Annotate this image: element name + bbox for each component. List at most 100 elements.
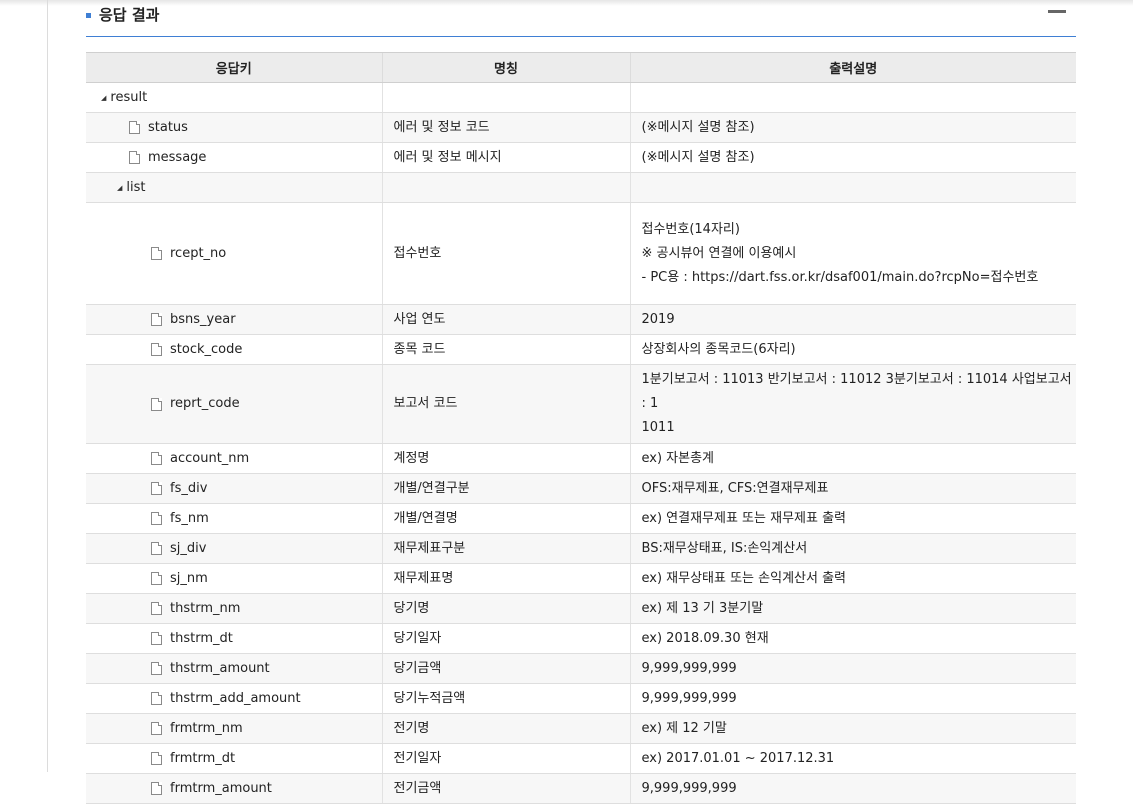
response-key: frmtrm_nm — [170, 720, 243, 736]
field-name: 당기일자 — [381, 623, 630, 654]
response-key: sj_div — [170, 540, 207, 556]
section-header: 응답 결과 — [86, 0, 1076, 37]
expand-triangle-icon[interactable]: ◢ — [117, 177, 122, 199]
response-key: fs_nm — [170, 510, 209, 526]
description-line: 1분기보고서 : 11013 반기보고서 : 11012 3분기보고서 : 11… — [641, 372, 1072, 411]
field-name: 전기명 — [381, 713, 630, 744]
field-name: 사업 연도 — [381, 304, 630, 335]
document-icon — [151, 542, 162, 555]
column-header-description: 출력설명 — [629, 52, 1076, 83]
field-description: ex) 제 12 기말 — [629, 713, 1076, 744]
response-key: frmtrm_amount — [170, 780, 272, 796]
response-key: thstrm_nm — [170, 600, 241, 616]
table-row: thstrm_dt 당기일자 ex) 2018.09.30 현재 — [86, 623, 1076, 654]
response-key: result — [110, 89, 148, 105]
field-description: ex) 제 13 기 3분기말 — [629, 593, 1076, 624]
document-icon — [151, 722, 162, 735]
table-row: frmtrm_dt 전기일자 ex) 2017.01.01 ~ 2017.12.… — [86, 743, 1076, 774]
table-header-row: 응답키 명칭 출력설명 — [86, 52, 1076, 83]
field-name: 당기금액 — [381, 653, 630, 684]
field-name: 당기누적금액 — [381, 683, 630, 714]
table-row: bsns_year 사업 연도 2019 — [86, 304, 1076, 335]
field-description: 1분기보고서 : 11013 반기보고서 : 11012 3분기보고서 : 11… — [629, 364, 1076, 444]
field-name: 전기금액 — [381, 773, 630, 804]
response-key: bsns_year — [170, 311, 236, 327]
table-row: sj_div 재무제표구분 BS:재무상태표, IS:손익계산서 — [86, 533, 1076, 564]
table-row: rcept_no 접수번호 접수번호(14자리) ※ 공시뷰어 연결에 이용예시… — [86, 202, 1076, 305]
field-name: 계정명 — [381, 443, 630, 474]
response-table: 응답키 명칭 출력설명 ◢ result status 에러 및 정보 코드 (※… — [86, 52, 1076, 804]
response-key: account_nm — [170, 450, 250, 466]
document-icon — [151, 662, 162, 675]
table-row: frmtrm_amount 전기금액 9,999,999,999 — [86, 773, 1076, 804]
document-icon — [129, 121, 140, 134]
field-name: 개별/연결명 — [381, 503, 630, 534]
table-row: frmtrm_nm 전기명 ex) 제 12 기말 — [86, 713, 1076, 744]
field-description: 9,999,999,999 — [629, 653, 1076, 684]
field-description: 접수번호(14자리) ※ 공시뷰어 연결에 이용예시 - PC용 : https… — [629, 202, 1076, 305]
response-key: message — [148, 149, 207, 165]
section-title: 응답 결과 — [99, 6, 160, 24]
tree-node-list[interactable]: ◢ list — [86, 177, 382, 199]
table-row: stock_code 종목 코드 상장회사의 종목코드(6자리) — [86, 334, 1076, 365]
field-description: (※메시지 설명 참조) — [629, 112, 1076, 143]
document-icon — [151, 313, 162, 326]
field-name: 에러 및 정보 메시지 — [381, 142, 630, 173]
document-icon — [151, 397, 162, 411]
document-icon — [151, 632, 162, 645]
document-icon — [151, 692, 162, 705]
field-name: 종목 코드 — [381, 334, 630, 365]
document-icon — [151, 452, 162, 465]
field-description: 2019 — [629, 304, 1076, 335]
field-name: 보고서 코드 — [381, 364, 630, 444]
document-icon — [151, 602, 162, 615]
left-divider — [47, 0, 48, 772]
field-name: 전기일자 — [381, 743, 630, 774]
document-icon — [151, 482, 162, 495]
field-description: ex) 재무상태표 또는 손익계산서 출력 — [629, 563, 1076, 594]
description-line: 접수번호(14자리) — [641, 221, 740, 237]
table-row: ◢ result — [86, 82, 1076, 113]
document-icon — [151, 752, 162, 765]
response-key: thstrm_add_amount — [170, 690, 301, 706]
field-description: OFS:재무제표, CFS:연결재무제표 — [629, 473, 1076, 504]
response-result-section: 응답 결과 응답키 명칭 출력설명 ◢ result status 에러 및 정보 — [86, 0, 1076, 804]
field-description: ex) 연결재무제표 또는 재무제표 출력 — [629, 503, 1076, 534]
field-description: 9,999,999,999 — [629, 773, 1076, 804]
table-row: sj_nm 재무제표명 ex) 재무상태표 또는 손익계산서 출력 — [86, 563, 1076, 594]
document-icon — [151, 343, 162, 356]
response-key: status — [148, 119, 188, 135]
table-row: fs_nm 개별/연결명 ex) 연결재무제표 또는 재무제표 출력 — [86, 503, 1076, 534]
collapse-icon[interactable] — [1048, 10, 1066, 14]
response-key: frmtrm_dt — [170, 750, 236, 766]
field-name: 재무제표명 — [381, 563, 630, 594]
response-key: thstrm_dt — [170, 630, 233, 646]
field-name: 재무제표구분 — [381, 533, 630, 564]
tree-node-result[interactable]: ◢ result — [86, 87, 382, 109]
field-description: ex) 2017.01.01 ~ 2017.12.31 — [629, 743, 1076, 774]
field-description — [629, 82, 1076, 113]
field-name: 당기명 — [381, 593, 630, 624]
response-key: rcept_no — [170, 245, 227, 261]
response-key: stock_code — [170, 341, 243, 357]
table-row: fs_div 개별/연결구분 OFS:재무제표, CFS:연결재무제표 — [86, 473, 1076, 504]
square-bullet-icon — [86, 13, 91, 18]
description-line: 1011 — [641, 420, 675, 435]
table-row: status 에러 및 정보 코드 (※메시지 설명 참조) — [86, 112, 1076, 143]
response-key: fs_div — [170, 480, 208, 496]
field-description: ex) 2018.09.30 현재 — [629, 623, 1076, 654]
field-name: 접수번호 — [381, 202, 630, 305]
field-description: 9,999,999,999 — [629, 683, 1076, 714]
column-header-key: 응답키 — [86, 52, 382, 83]
expand-triangle-icon[interactable]: ◢ — [101, 87, 106, 109]
document-icon — [129, 151, 140, 164]
response-key: reprt_code — [170, 396, 240, 411]
table-row: ◢ list — [86, 172, 1076, 203]
document-icon — [151, 247, 162, 260]
field-name — [381, 82, 630, 113]
document-icon — [151, 572, 162, 585]
column-header-name: 명칭 — [381, 52, 630, 83]
field-name — [381, 172, 630, 203]
field-description: 상장회사의 종목코드(6자리) — [629, 334, 1076, 365]
field-name: 개별/연결구분 — [381, 473, 630, 504]
